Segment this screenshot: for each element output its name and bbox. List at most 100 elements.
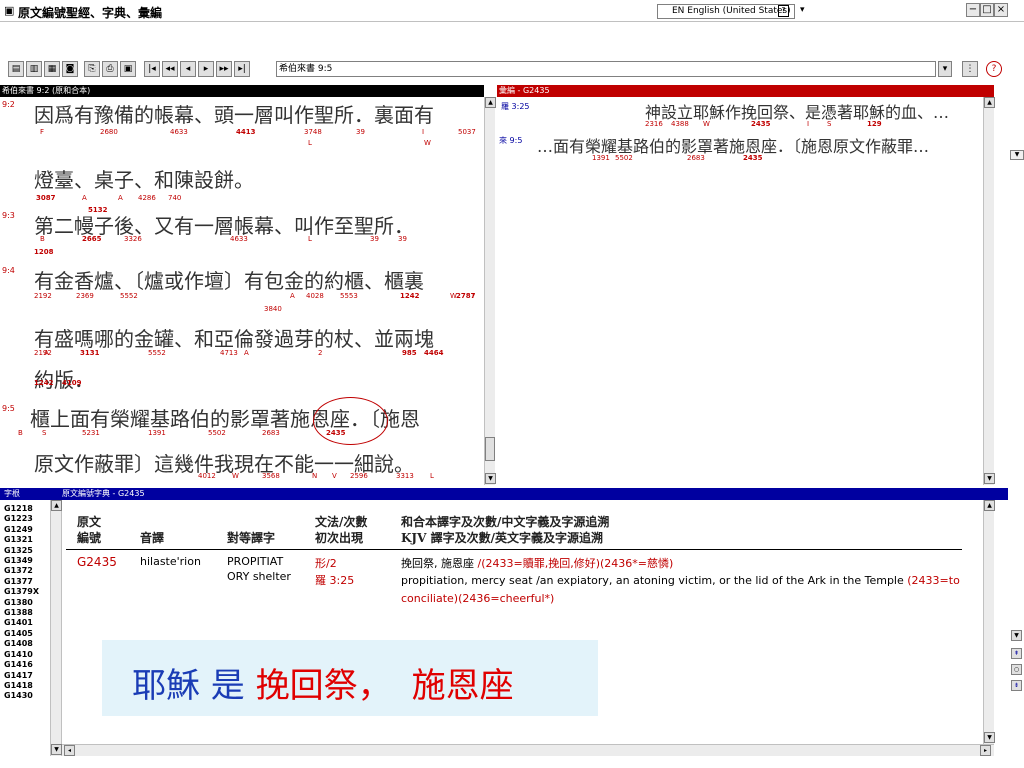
strongs-number[interactable]: 2680 xyxy=(100,128,118,136)
layout-button[interactable]: ▤ xyxy=(8,61,24,77)
strongs-number[interactable]: S xyxy=(42,429,46,437)
strongs-number[interactable]: 4012 xyxy=(198,472,216,480)
scroll-up-icon[interactable]: ▲ xyxy=(485,97,496,108)
strongs-number[interactable]: 2369 xyxy=(76,292,94,300)
scroll-up-icon[interactable]: ▲ xyxy=(984,500,995,511)
strongs-number[interactable]: 1242 xyxy=(400,292,419,300)
verse-number[interactable]: 9:2 xyxy=(2,100,15,109)
last-book-button[interactable]: ▸| xyxy=(234,61,250,77)
strongs-number[interactable]: 5552 xyxy=(148,349,166,357)
maximize-button[interactable]: □ xyxy=(980,3,994,17)
verse-text[interactable]: 燈臺、桌子、和陳設餅。 xyxy=(34,164,254,193)
roots-tab[interactable]: 字根 xyxy=(4,488,20,500)
concordance-ref[interactable]: 羅 3:25 xyxy=(501,101,530,112)
bible-button[interactable]: ▥ xyxy=(26,61,42,77)
strongs-number[interactable]: 4713 xyxy=(220,349,238,357)
scroll-thumb[interactable] xyxy=(485,437,495,461)
strongs-number[interactable]: 1391 xyxy=(148,429,166,437)
strongs-number[interactable]: I xyxy=(472,292,474,300)
strongs-number[interactable]: 4028 xyxy=(306,292,324,300)
strongs-number[interactable]: 3131 xyxy=(80,349,99,357)
strongs-list-scrollbar[interactable]: ▲ ▼ xyxy=(50,500,62,756)
scroll-up-icon[interactable]: ▲ xyxy=(51,500,62,511)
strongs-number[interactable]: 5502 xyxy=(615,154,633,162)
dictionary-button[interactable]: ▦ xyxy=(44,61,60,77)
bible-scrollbar[interactable]: ▲ ▼ xyxy=(484,97,496,485)
options-arrow-icon[interactable]: ▾ xyxy=(800,5,805,15)
strongs-number[interactable]: 2192 xyxy=(34,349,52,357)
first-occurrence[interactable]: 羅 3:25 xyxy=(315,572,354,588)
strongs-list-item[interactable]: G1418 xyxy=(4,681,50,691)
strongs-list[interactable]: G1218 G1223 G1249 G1321 G1325 G1349 G1372 G1377… xyxy=(0,500,62,756)
strongs-list-item[interactable]: G1417 xyxy=(4,671,50,681)
strongs-list-item[interactable]: G1377 xyxy=(4,577,50,587)
strongs-number[interactable]: A xyxy=(244,349,249,357)
strongs-number[interactable]: W xyxy=(703,120,710,128)
strongs-list-item[interactable]: G1405 xyxy=(4,629,50,639)
strongs-code[interactable]: G2435 xyxy=(77,555,117,569)
strongs-number[interactable]: A xyxy=(118,194,123,202)
scroll-right-icon[interactable]: ▸ xyxy=(980,745,991,756)
strongs-number[interactable]: 4413 xyxy=(236,128,255,136)
strongs-number[interactable]: A xyxy=(82,194,87,202)
strongs-list-item[interactable]: G1249 xyxy=(4,525,50,535)
strongs-number[interactable]: 4464 xyxy=(424,349,443,357)
strongs-number[interactable]: 5552 xyxy=(120,292,138,300)
strongs-number[interactable]: 2435 xyxy=(743,154,762,162)
help-circle-icon[interactable]: ? xyxy=(986,61,1002,77)
strongs-number[interactable]: 2192 xyxy=(34,292,52,300)
help-icon[interactable]: ? xyxy=(778,5,789,17)
bible-text-pane[interactable]: 9:2 因爲有豫備的帳幕、頭一層叫作聖所．裏面有 F 2680 4633 4413 3748… xyxy=(0,97,484,485)
verse-text[interactable]: 有盛嗎哪的金罐、和亞倫發過芽的杖、並兩塊 xyxy=(34,323,434,352)
strongs-number[interactable]: 5037 xyxy=(458,128,476,136)
concordance-text[interactable]: 神設立耶穌作挽回祭、是憑著耶穌的血、… xyxy=(645,99,949,123)
strongs-number[interactable]: W xyxy=(450,292,457,300)
strongs-number[interactable]: 740 xyxy=(168,194,181,202)
strongs-list-item[interactable]: G1430 xyxy=(4,691,50,701)
save-button[interactable]: ▣ xyxy=(120,61,136,77)
strongs-list-item[interactable]: G1410 xyxy=(4,650,50,660)
strongs-list-item[interactable]: G1380 xyxy=(4,598,50,608)
verse-text[interactable]: 因爲有豫備的帳幕、頭一層叫作聖所．裏面有 xyxy=(34,99,434,128)
strongs-number[interactable]: 985 xyxy=(402,349,417,357)
strongs-list-item[interactable]: G1388 xyxy=(4,608,50,618)
strongs-number[interactable]: F xyxy=(40,128,44,136)
scroll-down-icon[interactable]: ▼ xyxy=(1011,630,1022,641)
strongs-list-item[interactable]: G1218 xyxy=(4,504,50,514)
strongs-list-item[interactable]: G1408 xyxy=(4,639,50,649)
strongs-list-item[interactable]: G1321 xyxy=(4,535,50,545)
strongs-list-item[interactable]: G1223 xyxy=(4,514,50,524)
strongs-number[interactable]: 3087 xyxy=(36,194,55,202)
strongs-number[interactable]: A xyxy=(290,292,295,300)
strongs-number[interactable]: 4633 xyxy=(230,235,248,243)
scroll-down-icon[interactable]: ▼ xyxy=(485,473,496,484)
verse-number[interactable]: 9:4 xyxy=(2,266,15,275)
strongs-number[interactable]: B xyxy=(18,429,23,437)
strongs-list-item[interactable]: G1401 xyxy=(4,618,50,628)
reference-dropdown-icon[interactable]: ▾ xyxy=(938,61,952,77)
strongs-list-item[interactable]: G1416 xyxy=(4,660,50,670)
copy-button[interactable]: ⎘ xyxy=(84,61,100,77)
verse-number[interactable]: 9:3 xyxy=(2,211,15,220)
close-button[interactable]: × xyxy=(994,3,1008,17)
verse-number[interactable]: 9:5 xyxy=(2,404,15,413)
concordance-pane[interactable]: 羅 3:25 神設立耶穌作挽回祭、是憑著耶穌的血、… 2316 4388 W 2435 I S… xyxy=(497,97,991,485)
first-book-button[interactable]: |◂ xyxy=(144,61,160,77)
strongs-number[interactable]: 5553 xyxy=(340,292,358,300)
strongs-number[interactable]: 39 xyxy=(356,128,365,136)
strongs-number[interactable]: I xyxy=(807,120,809,128)
strongs-number[interactable]: V xyxy=(332,472,337,480)
options-icon[interactable]: ⋮ xyxy=(962,61,978,77)
strongs-number[interactable]: N xyxy=(312,472,317,480)
strongs-number[interactable]: 2665 xyxy=(82,235,101,243)
select-browse-icon[interactable]: ○ xyxy=(1011,664,1022,675)
minimize-button[interactable]: − xyxy=(966,3,980,17)
strongs-number[interactable]: W xyxy=(424,139,431,147)
strongs-number[interactable]: B xyxy=(40,235,45,243)
dictionary-scrollbar[interactable]: ▲ ▼ xyxy=(983,500,995,744)
strongs-number[interactable]: 3568 xyxy=(262,472,280,480)
strongs-list-item[interactable]: G1349 xyxy=(4,556,50,566)
strongs-number[interactable]: A xyxy=(44,349,49,357)
reference-input[interactable]: 希伯來書 9:5 xyxy=(276,61,936,77)
strongs-list-item[interactable]: G1379X xyxy=(4,587,50,597)
